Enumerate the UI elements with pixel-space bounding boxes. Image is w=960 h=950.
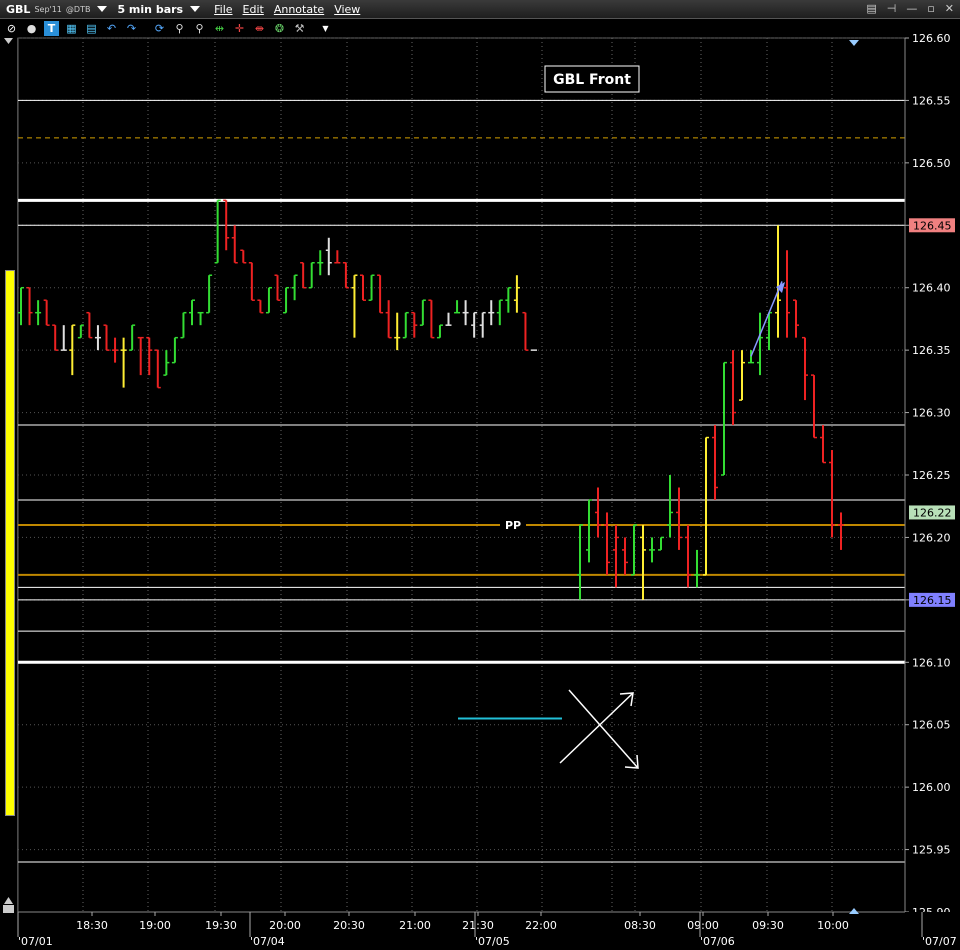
x-tick-label: 19:30 — [205, 919, 237, 932]
x-tick-label: 08:30 — [624, 919, 656, 932]
y-tick-label: 126.50 — [912, 157, 951, 170]
x-tick-label: 09:30 — [752, 919, 784, 932]
y-tick-label: 125.95 — [912, 844, 951, 857]
y-tick-label: 126.55 — [912, 94, 951, 107]
pp-label: PP — [505, 519, 521, 532]
x-tick-label: '07/04 — [250, 935, 285, 948]
x-tick-label: 22:00 — [525, 919, 557, 932]
chart-title: GBL Front — [553, 72, 631, 88]
x-tick-label: 20:30 — [333, 919, 365, 932]
price-badge-label: 126.22 — [913, 506, 952, 519]
y-tick-label: 126.25 — [912, 469, 951, 482]
y-tick-label: 126.10 — [912, 656, 951, 669]
price-badge-label: 126.15 — [913, 594, 952, 607]
y-tick-label: 126.40 — [912, 282, 951, 295]
y-tick-label: 126.05 — [912, 719, 951, 732]
price-badge-label: 126.45 — [913, 219, 952, 232]
x-tick-label: '07/06 — [700, 935, 735, 948]
y-tick-label: 126.35 — [912, 344, 951, 357]
price-chart[interactable]: 126.60 126.55 126.50 126.45 126.40 126.35 126.… — [0, 0, 960, 950]
scroll-thumb — [3, 905, 14, 913]
x-tick-label: 18:30 — [76, 919, 108, 932]
y-tick-label: 126.30 — [912, 407, 951, 420]
x-tick-label: 10:00 — [817, 919, 849, 932]
scroll-arrow-down-icon — [4, 38, 13, 44]
x-tick-label: '07/07 — [922, 935, 957, 948]
y-tick-label: 126.00 — [912, 781, 951, 794]
y-tick-label: 126.20 — [912, 531, 951, 544]
x-tick-label: 20:00 — [269, 919, 301, 932]
x-tick-label: 09:00 — [687, 919, 719, 932]
x-tick-label: 19:00 — [139, 919, 171, 932]
x-tick-label: '07/01 — [18, 935, 53, 948]
x-tick-label: 21:00 — [399, 919, 431, 932]
y-tick-label: 126.60 — [912, 32, 951, 45]
plot-area — [17, 37, 906, 913]
scroll-arrow-up-icon — [4, 897, 13, 904]
x-tick-label: 21:30 — [462, 919, 494, 932]
x-tick-label: '07/05 — [475, 935, 510, 948]
